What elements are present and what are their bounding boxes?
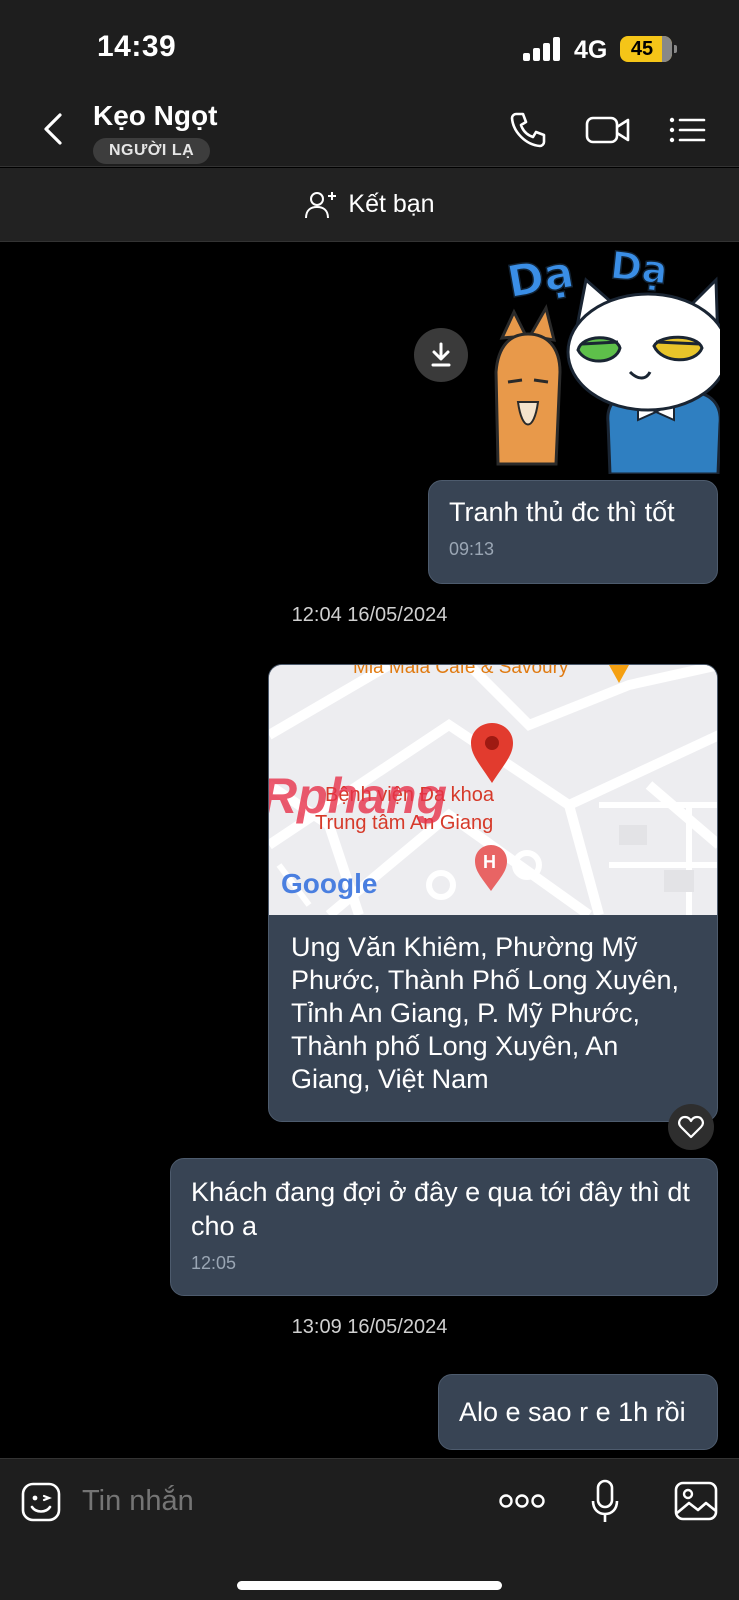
download-button[interactable] [414,328,468,382]
add-friend-bar[interactable]: Kết bạn [0,168,739,242]
heart-icon [678,1115,704,1139]
back-icon[interactable] [40,112,66,146]
like-button[interactable] [668,1104,714,1150]
sticker-text-1: Dạ [503,247,577,309]
map-preview[interactable]: Mia Maia Cafe & Savoury Bệnh viện Đa kho… [269,665,718,915]
location-address: Ung Văn Khiêm, Phường Mỹ Phước, Thành Ph… [291,932,680,1094]
map-label-cafe: Mia Maia Cafe & Savoury [353,665,569,678]
sticker-icon[interactable] [20,1481,62,1523]
phone-icon[interactable] [508,110,548,150]
message-text: Tranh thủ đc thì tốt [449,497,675,527]
contact-name[interactable]: Kẹo Ngọt [93,100,217,132]
sticker-text-2: Dạ [608,243,669,293]
message-text: Khách đang đợi ở đây e qua tới đây thì d… [191,1177,690,1241]
add-friend-icon [305,191,337,218]
network-type: 4G [574,36,608,64]
message-input[interactable] [82,1485,462,1518]
date-separator: 12:04 16/05/2024 [291,604,448,626]
chat-header: Kẹo Ngọt NGƯỜI LẠ [0,92,739,167]
status-bar: 14:39 4G 45 [0,0,739,92]
status-time: 14:39 [97,30,177,63]
message-time: 12:05 [191,1253,237,1273]
home-indicator[interactable] [237,1581,502,1590]
battery-icon: 45 [620,36,677,62]
message-bubble[interactable]: Khách đang đợi ở đây e qua tới đây thì d… [170,1158,718,1296]
image-icon[interactable] [674,1481,718,1521]
message-bubble[interactable]: Tranh thủ đc thì tốt 09:13 [428,480,718,584]
chat-area[interactable]: Dạ Dạ Tranh thủ đc thì tốt 09:13 12:04 1… [0,242,739,1458]
cat-sticker[interactable]: Dạ Dạ [490,242,720,474]
message-input-bar [0,1458,739,1600]
menu-list-icon[interactable] [668,110,708,150]
download-icon [431,342,451,367]
date-separator: 13:09 16/05/2024 [291,1316,448,1338]
message-time: 09:13 [449,539,495,559]
signal-icon [523,37,563,61]
watermark: Rphang [269,768,447,824]
add-friend-label: Kết bạn [348,190,435,218]
location-card[interactable]: Mia Maia Cafe & Savoury Bệnh viện Đa kho… [268,664,718,1122]
google-logo: Google [281,868,377,899]
microphone-icon[interactable] [590,1479,620,1525]
message-text: Alo e sao r e 1h rồi [459,1397,686,1427]
more-icon[interactable] [498,1493,546,1509]
stranger-badge: NGƯỜI LẠ [93,138,211,164]
message-bubble[interactable]: Alo e sao r e 1h rồi [438,1374,718,1450]
svg-text:H: H [483,852,496,872]
video-call-icon[interactable] [585,110,631,150]
battery-level: 45 [630,37,654,60]
